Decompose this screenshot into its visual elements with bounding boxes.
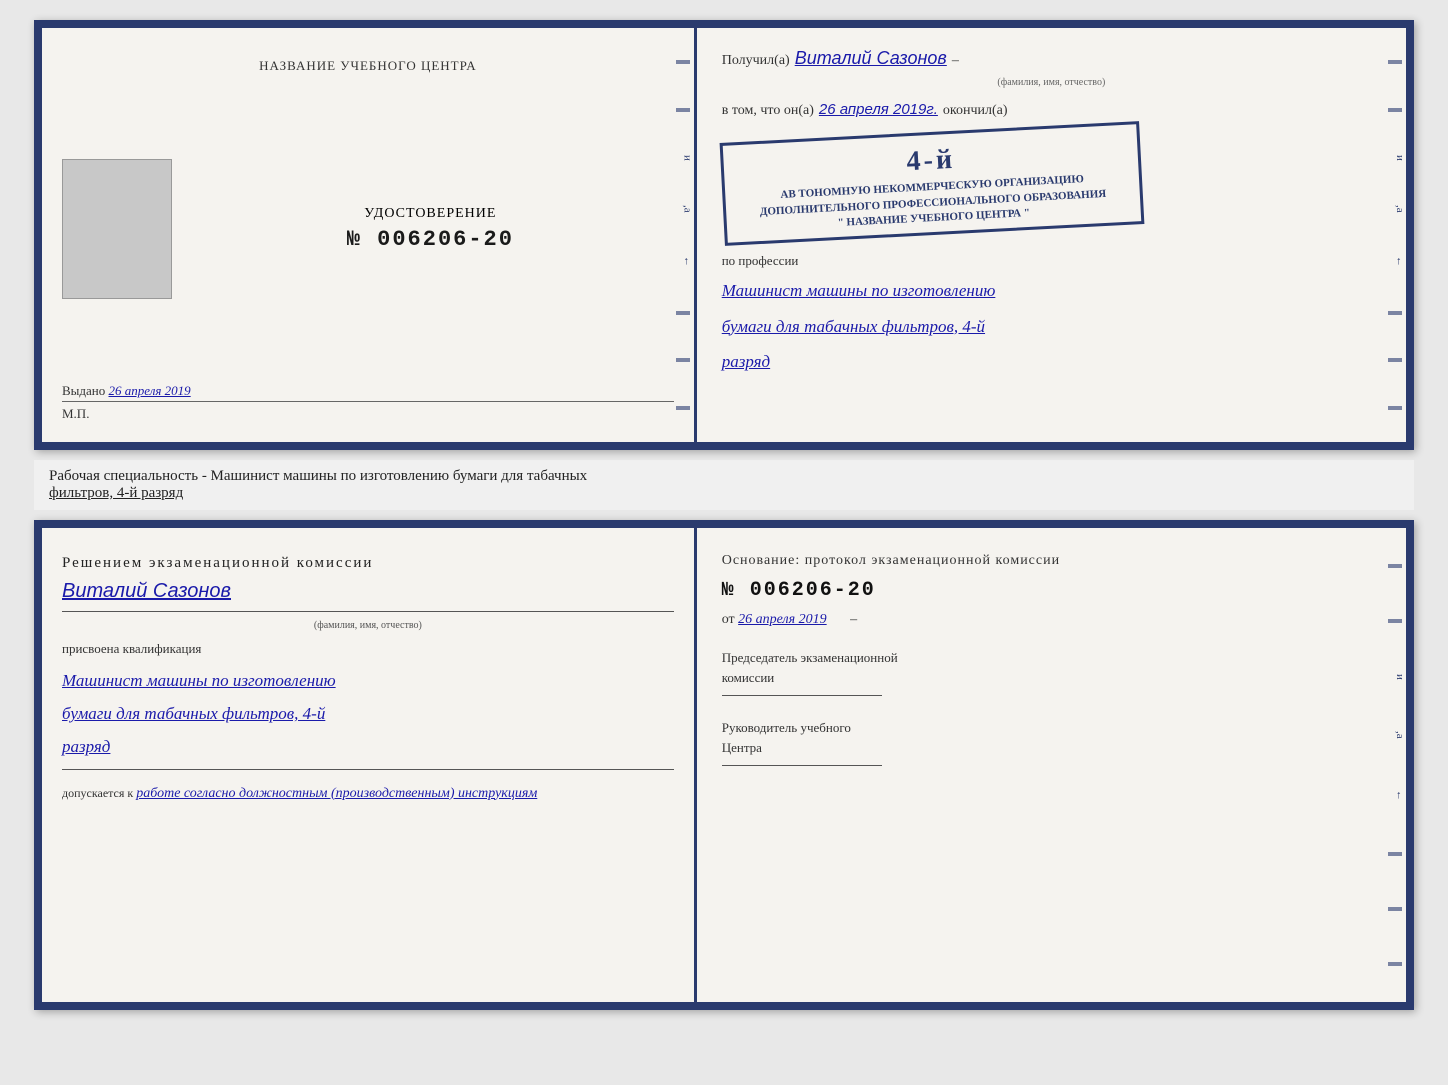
- edge-text-a: ,а: [676, 205, 694, 213]
- dopuskaetsya-prefix: допускается к: [62, 786, 133, 800]
- edge-bar-1: [676, 60, 690, 64]
- edge-b3: [1388, 852, 1402, 856]
- rukovoditel-block: Руководитель учебного Центра: [722, 718, 1381, 768]
- udost-section: УДОСТОВЕРЕНИЕ № 006206-20: [187, 206, 674, 252]
- ot-date: 26 апреля 2019: [738, 612, 826, 627]
- edge-b1: [1388, 564, 1402, 568]
- bottom-number: № 006206-20: [722, 579, 1381, 602]
- dopuskaetsya-text: работе согласно должностным (производств…: [136, 786, 537, 801]
- okonchil: окончил(а): [943, 103, 1008, 119]
- middle-strip: Рабочая специальность - Машинист машины …: [34, 460, 1414, 510]
- bottom-recipient-name: Виталий Сазонов: [62, 580, 674, 603]
- edge-text-arrow: ←: [676, 256, 694, 267]
- cert-bottom-right: Основание: протокол экзаменационной коми…: [697, 528, 1406, 1002]
- edge-b5: [1388, 962, 1402, 966]
- certificate-bottom: Решением экзаменационной комиссии Витали…: [34, 520, 1414, 1010]
- edge-b4: [1388, 907, 1402, 911]
- vydano-date: 26 апреля 2019: [109, 383, 191, 398]
- rukovoditel-line1: Руководитель учебного: [722, 718, 1381, 738]
- ot-prefix: от: [722, 612, 735, 627]
- edge-r2: [1388, 108, 1402, 112]
- prisvoyena: присвоена квалификация: [62, 641, 674, 657]
- rukovoditel-sig-line: [722, 765, 882, 766]
- stamp-box: 4-й АВ ТОНОМНУЮ НЕКОММЕРЧЕСКУЮ ОРГАНИЗАЦ…: [719, 121, 1144, 246]
- edge-rt-i: и: [1388, 155, 1406, 161]
- qual-line1: Машинист машины по изготовлению: [62, 667, 674, 694]
- edge-r3: [1388, 311, 1402, 315]
- recipient-name: Виталий Сазонов: [795, 48, 947, 69]
- poluchil-dash: –: [952, 53, 959, 69]
- cert-bottom-left: Решением экзаменационной комиссии Витали…: [42, 528, 697, 1002]
- ot-line: от 26 апреля 2019 –: [722, 612, 1381, 628]
- photo-placeholder: [62, 159, 172, 299]
- edge-r5: [1388, 406, 1402, 410]
- edge-decoration: и ,а ←: [676, 28, 694, 442]
- edge-bar-3: [676, 311, 690, 315]
- edge-bar-5: [676, 406, 690, 410]
- komissia-title: Решением экзаменационной комиссии: [62, 553, 674, 574]
- recipient-subtitle: (фамилия, имя, отчество): [722, 77, 1381, 88]
- poluchil-line: Получил(а) Виталий Сазонов –: [722, 48, 1381, 69]
- edge-bar-4: [676, 358, 690, 362]
- profession-line1: Машинист машины по изготовлению: [722, 277, 1381, 304]
- profession-prefix: по профессии: [722, 253, 1381, 269]
- udost-label: УДОСТОВЕРЕНИЕ: [364, 206, 496, 222]
- udost-number: № 006206-20: [347, 227, 514, 252]
- edge-b2: [1388, 619, 1402, 623]
- edge-rt-a: ,а: [1388, 205, 1406, 213]
- rukovoditel-line2: Центра: [722, 738, 1381, 758]
- middle-text-prefix: Рабочая специальность - Машинист машины …: [49, 468, 587, 484]
- osnovanie-text: Основание: протокол экзаменационной коми…: [722, 553, 1381, 569]
- predsedatel-line1: Председатель экзаменационной: [722, 648, 1381, 668]
- edge-rt-arr: ←: [1388, 256, 1406, 267]
- predsedatel-block: Председатель экзаменационной комиссии: [722, 648, 1381, 698]
- predsedatel-sig-line: [722, 695, 882, 696]
- name-divider: [62, 611, 674, 612]
- predsedatel-line2: комиссии: [722, 668, 1381, 688]
- name-sub: (фамилия, имя, отчество): [62, 620, 674, 631]
- org-name-label: НАЗВАНИЕ УЧЕБНОГО ЦЕНТРА: [259, 58, 476, 74]
- right-edge-top: и ,а ←: [1388, 28, 1406, 442]
- edge-r1: [1388, 60, 1402, 64]
- middle-strip-text: Рабочая специальность - Машинист машины …: [49, 468, 1399, 502]
- vtom-prefix: в том, что он(а): [722, 103, 814, 119]
- qual-line2: бумаги для табачных фильтров, 4-й: [62, 700, 674, 727]
- vydano-label: Выдано: [62, 383, 105, 398]
- edge-b-arr: ←: [1388, 790, 1406, 801]
- vtom-date: 26 апреля 2019г.: [819, 101, 938, 118]
- edge-b-i: и: [1388, 674, 1406, 680]
- edge-text-i: и: [676, 155, 694, 161]
- edge-b-a: ,а: [1388, 731, 1406, 739]
- edge-bar-2: [676, 108, 690, 112]
- cert-left: НАЗВАНИЕ УЧЕБНОГО ЦЕНТРА УДОСТОВЕРЕНИЕ №…: [42, 28, 697, 442]
- dopuskaetsya-block: допускается к работе согласно должностны…: [62, 786, 674, 802]
- profession-line2: бумаги для табачных фильтров, 4-й: [722, 313, 1381, 340]
- right-edge-bottom: и ,а ←: [1388, 528, 1406, 1002]
- edge-r4: [1388, 358, 1402, 362]
- qual-line3: разряд: [62, 733, 674, 760]
- cert-middle-section: УДОСТОВЕРЕНИЕ № 006206-20: [62, 159, 674, 299]
- cert-right: Получил(а) Виталий Сазонов – (фамилия, и…: [697, 28, 1406, 442]
- middle-text-underline: фильтров, 4-й разряд: [49, 485, 183, 501]
- qual-divider: [62, 769, 674, 770]
- mp-label: М.П.: [62, 406, 89, 422]
- certificate-top: НАЗВАНИЕ УЧЕБНОГО ЦЕНТРА УДОСТОВЕРЕНИЕ №…: [34, 20, 1414, 450]
- ot-dash: –: [850, 612, 857, 627]
- vtom-line: в том, что он(а) 26 апреля 2019г. окончи…: [722, 101, 1381, 119]
- vydano-line: Выдано 26 апреля 2019: [62, 383, 674, 402]
- poluchil-prefix: Получил(а): [722, 53, 790, 69]
- cert-left-bottom: Выдано 26 апреля 2019 М.П.: [62, 383, 674, 422]
- profession-line3: разряд: [722, 348, 1381, 375]
